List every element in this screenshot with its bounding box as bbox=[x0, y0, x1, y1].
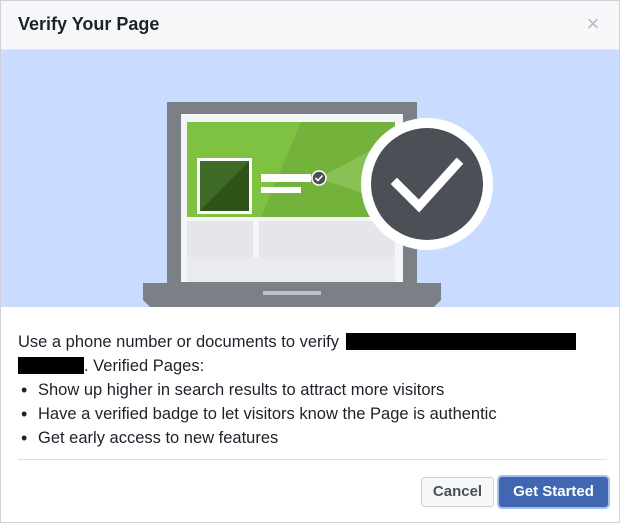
laptop-trackpad-slot bbox=[263, 291, 321, 295]
cancel-button[interactable]: Cancel bbox=[421, 477, 494, 507]
benefit-verified-badge: Have a verified badge to let visitors kn… bbox=[21, 402, 613, 426]
content-box-left bbox=[187, 221, 253, 257]
get-started-button[interactable]: Get Started bbox=[499, 477, 608, 507]
close-icon[interactable]: × bbox=[583, 13, 603, 35]
content-box-right bbox=[259, 221, 395, 257]
benefit-search-visibility: Show up higher in search results to attr… bbox=[21, 378, 613, 402]
intro-text: Use a phone number or documents to verif… bbox=[18, 330, 613, 378]
benefits-list: Show up higher in search results to attr… bbox=[18, 378, 613, 450]
redacted-page-name bbox=[345, 333, 576, 350]
dialog-header: Verify Your Page × bbox=[1, 1, 619, 50]
page-name-line bbox=[261, 174, 311, 182]
redacted-page-name-continued bbox=[18, 357, 84, 374]
verify-page-dialog: Verify Your Page × Use a phone number or… bbox=[0, 0, 620, 523]
hero-illustration bbox=[1, 50, 619, 307]
footer-divider bbox=[18, 459, 607, 460]
intro-prefix: Use a phone number or documents to verif… bbox=[18, 333, 340, 351]
dialog-body: Use a phone number or documents to verif… bbox=[18, 330, 613, 450]
intro-suffix: . Verified Pages: bbox=[84, 357, 205, 375]
dialog-title: Verify Your Page bbox=[18, 14, 160, 34]
laptop-verified-illustration bbox=[143, 102, 493, 307]
small-verified-badge-icon bbox=[311, 170, 327, 186]
page-category-line bbox=[261, 187, 301, 193]
benefit-early-access: Get early access to new features bbox=[21, 426, 613, 450]
